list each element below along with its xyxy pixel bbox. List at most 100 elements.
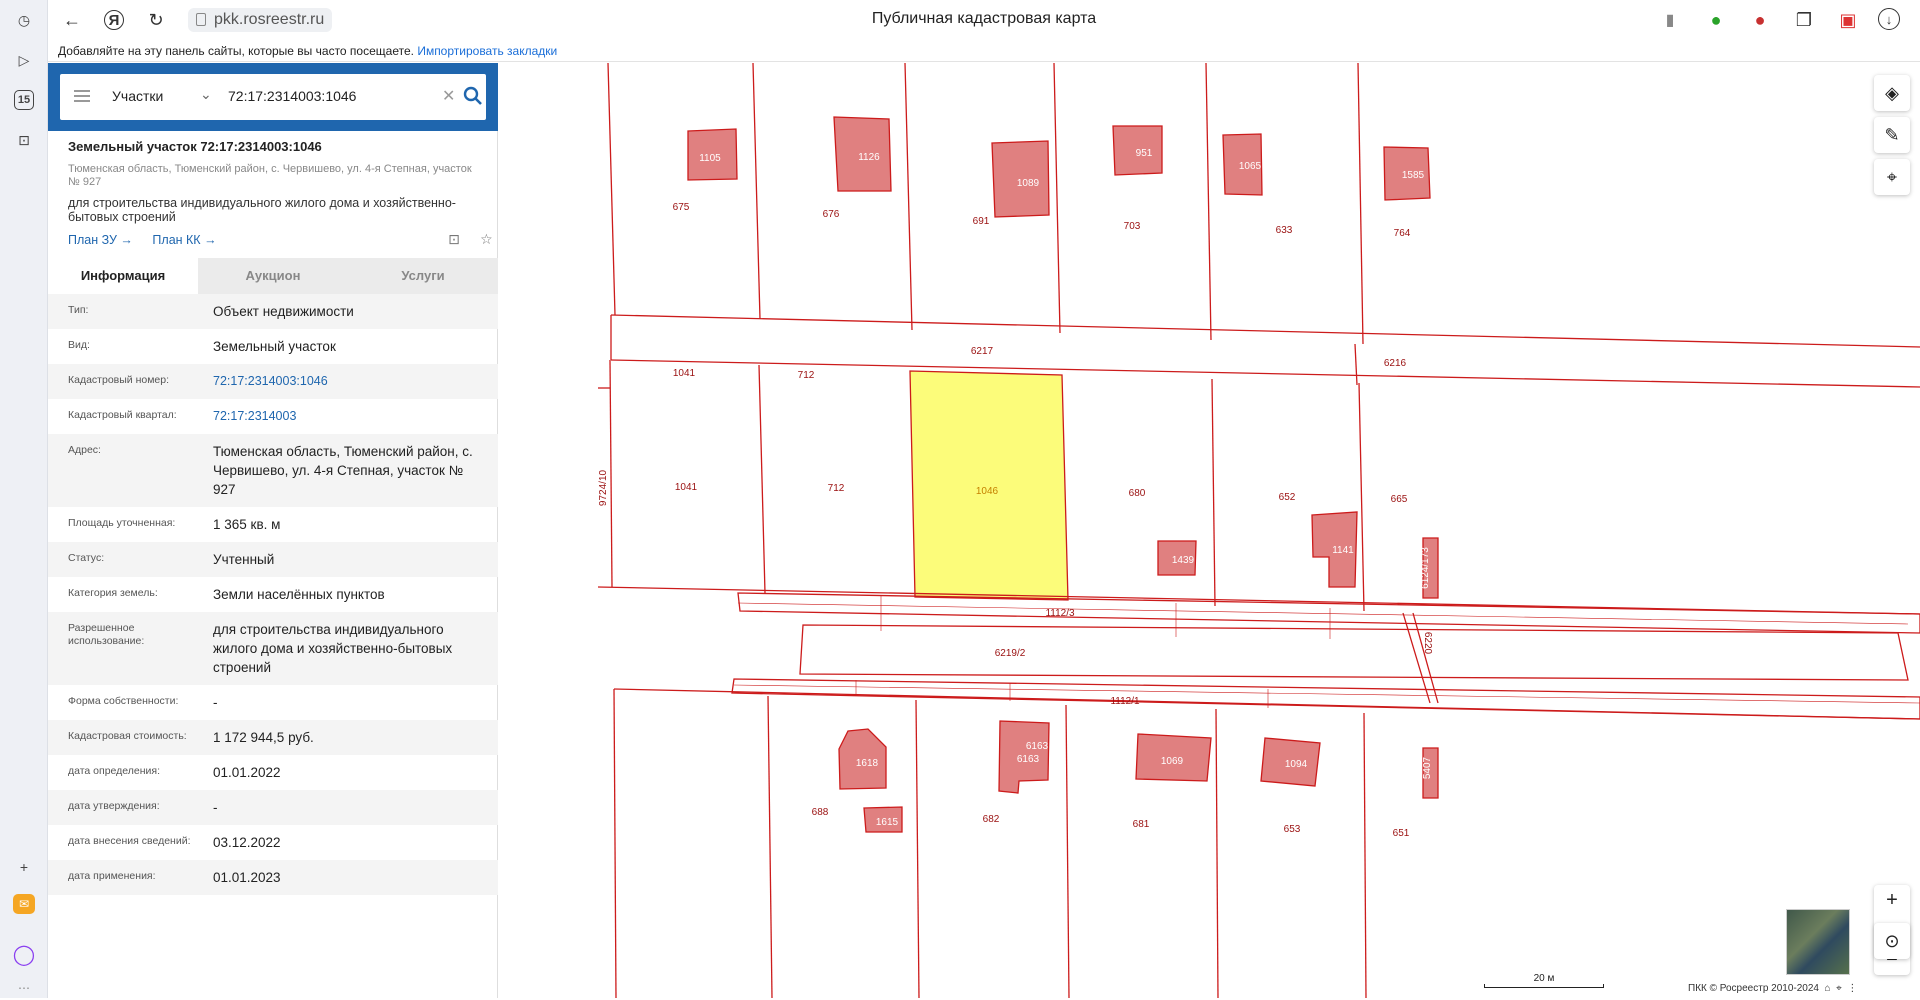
zoom-in-icon[interactable]: + bbox=[1874, 885, 1910, 915]
extension-green-icon[interactable]: ● bbox=[1704, 8, 1728, 32]
info-value: Объект недвижимости bbox=[213, 304, 354, 319]
parcel-label: 6219/2 bbox=[995, 648, 1026, 659]
parcel-label: 1112/1 bbox=[1110, 696, 1140, 707]
info-row: Кадастровая стоимость: 1 172 944,5 руб. bbox=[48, 720, 498, 755]
info-row: дата определения: 01.01.2022 bbox=[48, 755, 498, 790]
info-value-link[interactable]: 72:17:2314003 bbox=[213, 407, 483, 426]
basemap-thumbnail[interactable] bbox=[1786, 909, 1850, 975]
info-label: Кадастровая стоимость: bbox=[68, 730, 187, 742]
search-input[interactable]: 72:17:2314003:1046 bbox=[228, 88, 356, 104]
building-label: 5407 bbox=[1422, 756, 1433, 779]
more-icon[interactable]: ⋯ bbox=[12, 976, 36, 1000]
parcel-label: 6217 bbox=[971, 346, 994, 357]
info-value: 01.01.2023 bbox=[213, 870, 281, 885]
info-row: Статус: Учтенный bbox=[48, 542, 498, 577]
play-icon[interactable]: ▷ bbox=[12, 48, 36, 72]
clear-icon[interactable]: ✕ bbox=[442, 86, 455, 106]
parcel-6219-2 bbox=[799, 624, 1909, 681]
search-icon[interactable] bbox=[462, 85, 484, 107]
parcel-line bbox=[1358, 382, 1365, 612]
tab-auction[interactable]: Аукцион bbox=[198, 258, 348, 294]
road-line bbox=[737, 602, 1909, 625]
copyright-label: ПКК © Росреестр 2010-2024 bbox=[1688, 983, 1819, 994]
info-row: Вид: Земельный участок bbox=[48, 329, 498, 364]
parcel-label: 703 bbox=[1124, 221, 1141, 232]
browser-toolbar: ← Я ↻ pkk.rosreestr.ru Публичная кадастр… bbox=[48, 0, 1920, 40]
show-on-map-icon[interactable]: ⊡ bbox=[445, 231, 463, 249]
parcel-line bbox=[1354, 343, 1358, 386]
calendar-icon[interactable]: 15 bbox=[14, 90, 34, 110]
parcel-line bbox=[758, 364, 766, 594]
plan-zu-link[interactable]: План ЗУ → bbox=[68, 233, 133, 247]
building-label: 1618 bbox=[856, 758, 879, 769]
parcel-label: 1041 bbox=[673, 368, 696, 379]
scale-bar: 20 м bbox=[1484, 973, 1604, 988]
info-row: Форма собственности: - bbox=[48, 685, 498, 720]
compass-icon[interactable]: ⊙ bbox=[1874, 923, 1910, 959]
info-value-link[interactable]: 72:17:2314003:1046 bbox=[213, 372, 483, 391]
parcel-label: 665 bbox=[1391, 494, 1408, 505]
building-label: 6163 bbox=[1026, 741, 1049, 752]
building-label: 1126 bbox=[858, 152, 880, 163]
chevron-down-icon[interactable]: ⌄ bbox=[200, 86, 212, 103]
info-label: Вид: bbox=[68, 339, 90, 351]
layers-icon[interactable]: ◈ bbox=[1874, 75, 1910, 111]
bookmark-icon[interactable]: ▮ bbox=[1658, 8, 1682, 32]
info-label: дата утверждения: bbox=[68, 800, 160, 812]
plan-kk-link[interactable]: План КК → bbox=[152, 233, 216, 247]
info-row: дата внесения сведений: 03.12.2022 bbox=[48, 825, 498, 860]
search-type-select[interactable]: Участки bbox=[112, 88, 163, 104]
import-bookmarks-link[interactable]: Импортировать закладки bbox=[417, 44, 557, 58]
object-title: Земельный участок 72:17:2314003:1046 bbox=[68, 139, 322, 154]
parcel-line bbox=[613, 688, 617, 998]
parcel-line bbox=[1211, 378, 1216, 607]
tab-services[interactable]: Услуги bbox=[348, 258, 498, 294]
parcel-label: 1046 bbox=[976, 486, 999, 497]
building-label: 1094 bbox=[1285, 759, 1308, 770]
ruler-icon[interactable]: ✎ bbox=[1874, 117, 1910, 153]
info-label: Форма собственности: bbox=[68, 695, 179, 707]
info-value: Земельный участок bbox=[213, 339, 336, 354]
history-icon[interactable]: ◷ bbox=[12, 8, 36, 32]
mail-icon[interactable]: ✉ bbox=[13, 894, 35, 914]
map-canvas[interactable]: 1105 1126 1089 951 1065 1585 1439 1141 6124/173 1… bbox=[498, 63, 1920, 998]
parcel-label: 764 bbox=[1394, 228, 1411, 239]
parcel-label: 675 bbox=[673, 202, 690, 213]
parcel-label: 682 bbox=[983, 814, 1000, 825]
parcel-label: 633 bbox=[1276, 225, 1293, 236]
info-row: Тип: Объект недвижимости bbox=[48, 294, 498, 329]
info-panel: Участки ⌄ 72:17:2314003:1046 ✕ ‹ Земельн… bbox=[48, 63, 513, 998]
info-label: Адрес: bbox=[68, 444, 101, 456]
info-label: Разрешенное использование: bbox=[68, 622, 145, 647]
building-label: 1065 bbox=[1239, 161, 1262, 172]
building-label: 1069 bbox=[1161, 756, 1184, 767]
info-value: 1 365 кв. м bbox=[213, 517, 281, 532]
search-box: Участки ⌄ 72:17:2314003:1046 ✕ bbox=[60, 74, 486, 120]
extension-red-icon[interactable]: ● bbox=[1748, 8, 1772, 32]
cadastral-map[interactable]: 1105 1126 1089 951 1065 1585 1439 1141 6124/173 1… bbox=[498, 63, 1920, 998]
extension-pdf-icon[interactable]: ▣ bbox=[1836, 8, 1860, 32]
info-row: дата применения: 01.01.2023 bbox=[48, 860, 498, 895]
parcel-line bbox=[1363, 712, 1367, 998]
parcel-line bbox=[767, 695, 773, 998]
parcel-line bbox=[904, 63, 913, 331]
alice-icon[interactable]: ◯ bbox=[12, 942, 36, 966]
info-label: Кадастровый номер: bbox=[68, 374, 170, 386]
scale-label: 20 м bbox=[1533, 973, 1555, 984]
parcel-label: 688 bbox=[812, 807, 829, 818]
collections-icon[interactable]: ❐ bbox=[1792, 8, 1816, 32]
parcel-line bbox=[752, 63, 761, 320]
parcel-label: 6216 bbox=[1384, 358, 1407, 369]
add-icon[interactable]: + bbox=[12, 855, 36, 879]
info-label: дата применения: bbox=[68, 870, 156, 882]
favorite-star-icon[interactable]: ☆ bbox=[477, 231, 495, 249]
download-icon[interactable]: ↓ bbox=[1878, 8, 1900, 30]
tab-info[interactable]: Информация bbox=[48, 258, 198, 294]
screenshot-icon[interactable]: ⊡ bbox=[12, 128, 36, 152]
building-label: 951 bbox=[1136, 148, 1153, 159]
locate-icon[interactable]: ⌖ bbox=[1874, 159, 1910, 195]
menu-icon[interactable] bbox=[74, 90, 90, 102]
info-row: Категория земель: Земли населённых пункто… bbox=[48, 577, 498, 612]
building-label: 1089 bbox=[1017, 178, 1040, 189]
tabs: Информация Аукцион Услуги bbox=[48, 258, 498, 294]
